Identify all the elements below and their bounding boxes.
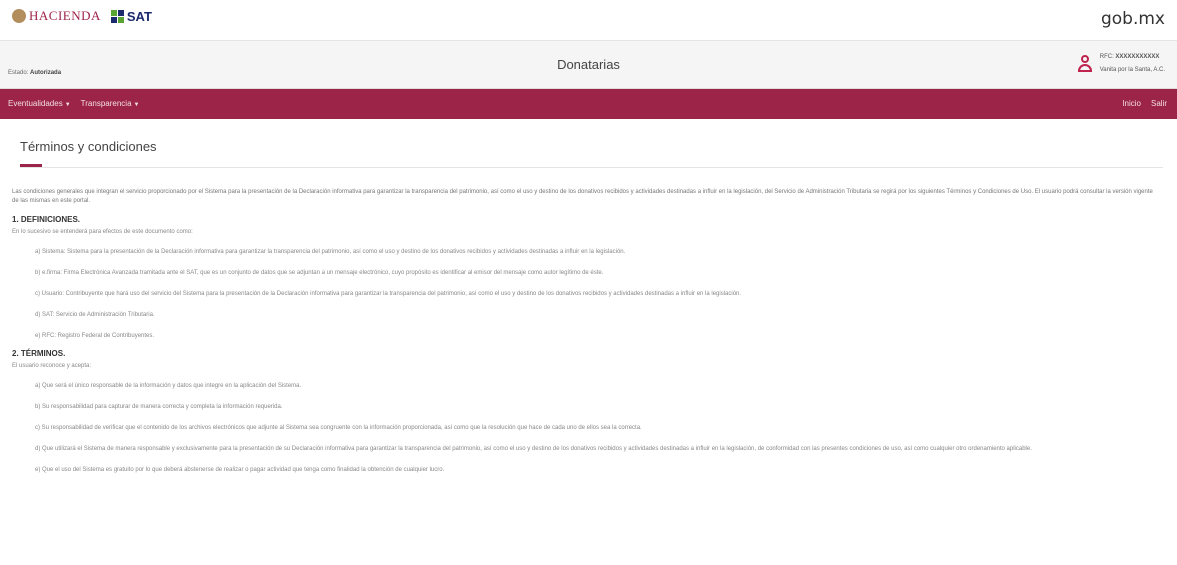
list-item: d) Que utilizará el Sistema de manera re… [35,446,1032,452]
list-item: b) e.firma: Firma Electrónica Avanzada t… [35,270,604,276]
nav-transparencia[interactable]: Transparencia ▼ [81,99,140,108]
user-icon [1077,55,1092,73]
list-item: c) Usuario: Contribuyente que hará uso d… [35,291,742,297]
list-item: a) Sistema: Sistema para la presentación… [35,249,626,255]
hacienda-logo-text: HACIENDA [29,8,101,23]
app-header: Estado: Autorizada Donatarias RFC: XXXXX… [0,41,1177,89]
top-branding-bar: HACIENDA SAT gob.mx [0,0,1177,41]
nav-salir[interactable]: Salir [1151,99,1167,108]
list-item: b) Su responsabilidad para capturar de m… [35,404,283,410]
user-info[interactable]: RFC: XXXXXXXXXXX Vanita por la Santa, A.… [1077,51,1165,77]
sat-logo[interactable]: SAT [110,8,152,24]
sat-squares-icon [110,9,124,23]
main-content: Términos y condiciones Las condiciones g… [0,139,1177,474]
list-item: e) RFC: Registro Federal de Contribuyent… [35,333,155,339]
rfc-label: RFC: [1099,54,1114,60]
rfc-value: XXXXXXXXXXX [1115,54,1160,60]
list-item: c) Su responsabilidad de verificar que e… [35,425,642,431]
list-item: a) Que será el único responsable de la i… [35,383,302,389]
hacienda-emblem-icon [12,9,26,23]
section-title-terminos: 2. TÉRMINOS. [12,349,66,358]
app-title: Donatarias [557,57,620,72]
org-name: Vanita por la Santa, A.C. [1099,67,1165,73]
hacienda-logo[interactable]: HACIENDA [12,8,101,24]
caret-down-icon: ▼ [133,102,140,108]
nav-inicio[interactable]: Inicio [1122,99,1141,108]
rfc-line: RFC: XXXXXXXXXXX [1100,51,1165,64]
page-title: Términos y condiciones [20,139,157,154]
intro-paragraph: Las condiciones generales que integran e… [12,189,1153,204]
nav-right: Inicio Salir [1122,99,1167,108]
main-navbar: Eventualidades ▼ Transparencia ▼ Inicio Sa… [0,89,1177,119]
nav-transparencia-label: Transparencia [80,99,132,108]
user-text: RFC: XXXXXXXXXXX Vanita por la Santa, A.… [1100,51,1165,77]
nav-left: Eventualidades ▼ Transparencia ▼ [8,99,139,108]
sat-logo-text: SAT [126,8,152,24]
section-lead-terminos: El usuario reconoce y acepta: [12,363,92,369]
list-item: e) Que el uso del Sistema es gratuito po… [35,467,445,473]
list-item: d) SAT: Servicio de Administración Tribu… [35,312,155,318]
logos: HACIENDA SAT [12,8,152,24]
section-lead-definiciones: En lo sucesivo se entenderá para efectos… [12,229,193,235]
gobmx-logo[interactable]: gob.mx [1101,9,1165,29]
nav-eventualidades-label: Eventualidades [8,99,63,108]
nav-eventualidades[interactable]: Eventualidades ▼ [8,99,71,108]
section-title-definiciones: 1. DEFINICIONES. [12,215,81,224]
caret-down-icon: ▼ [64,102,71,108]
divider [20,167,1163,168]
